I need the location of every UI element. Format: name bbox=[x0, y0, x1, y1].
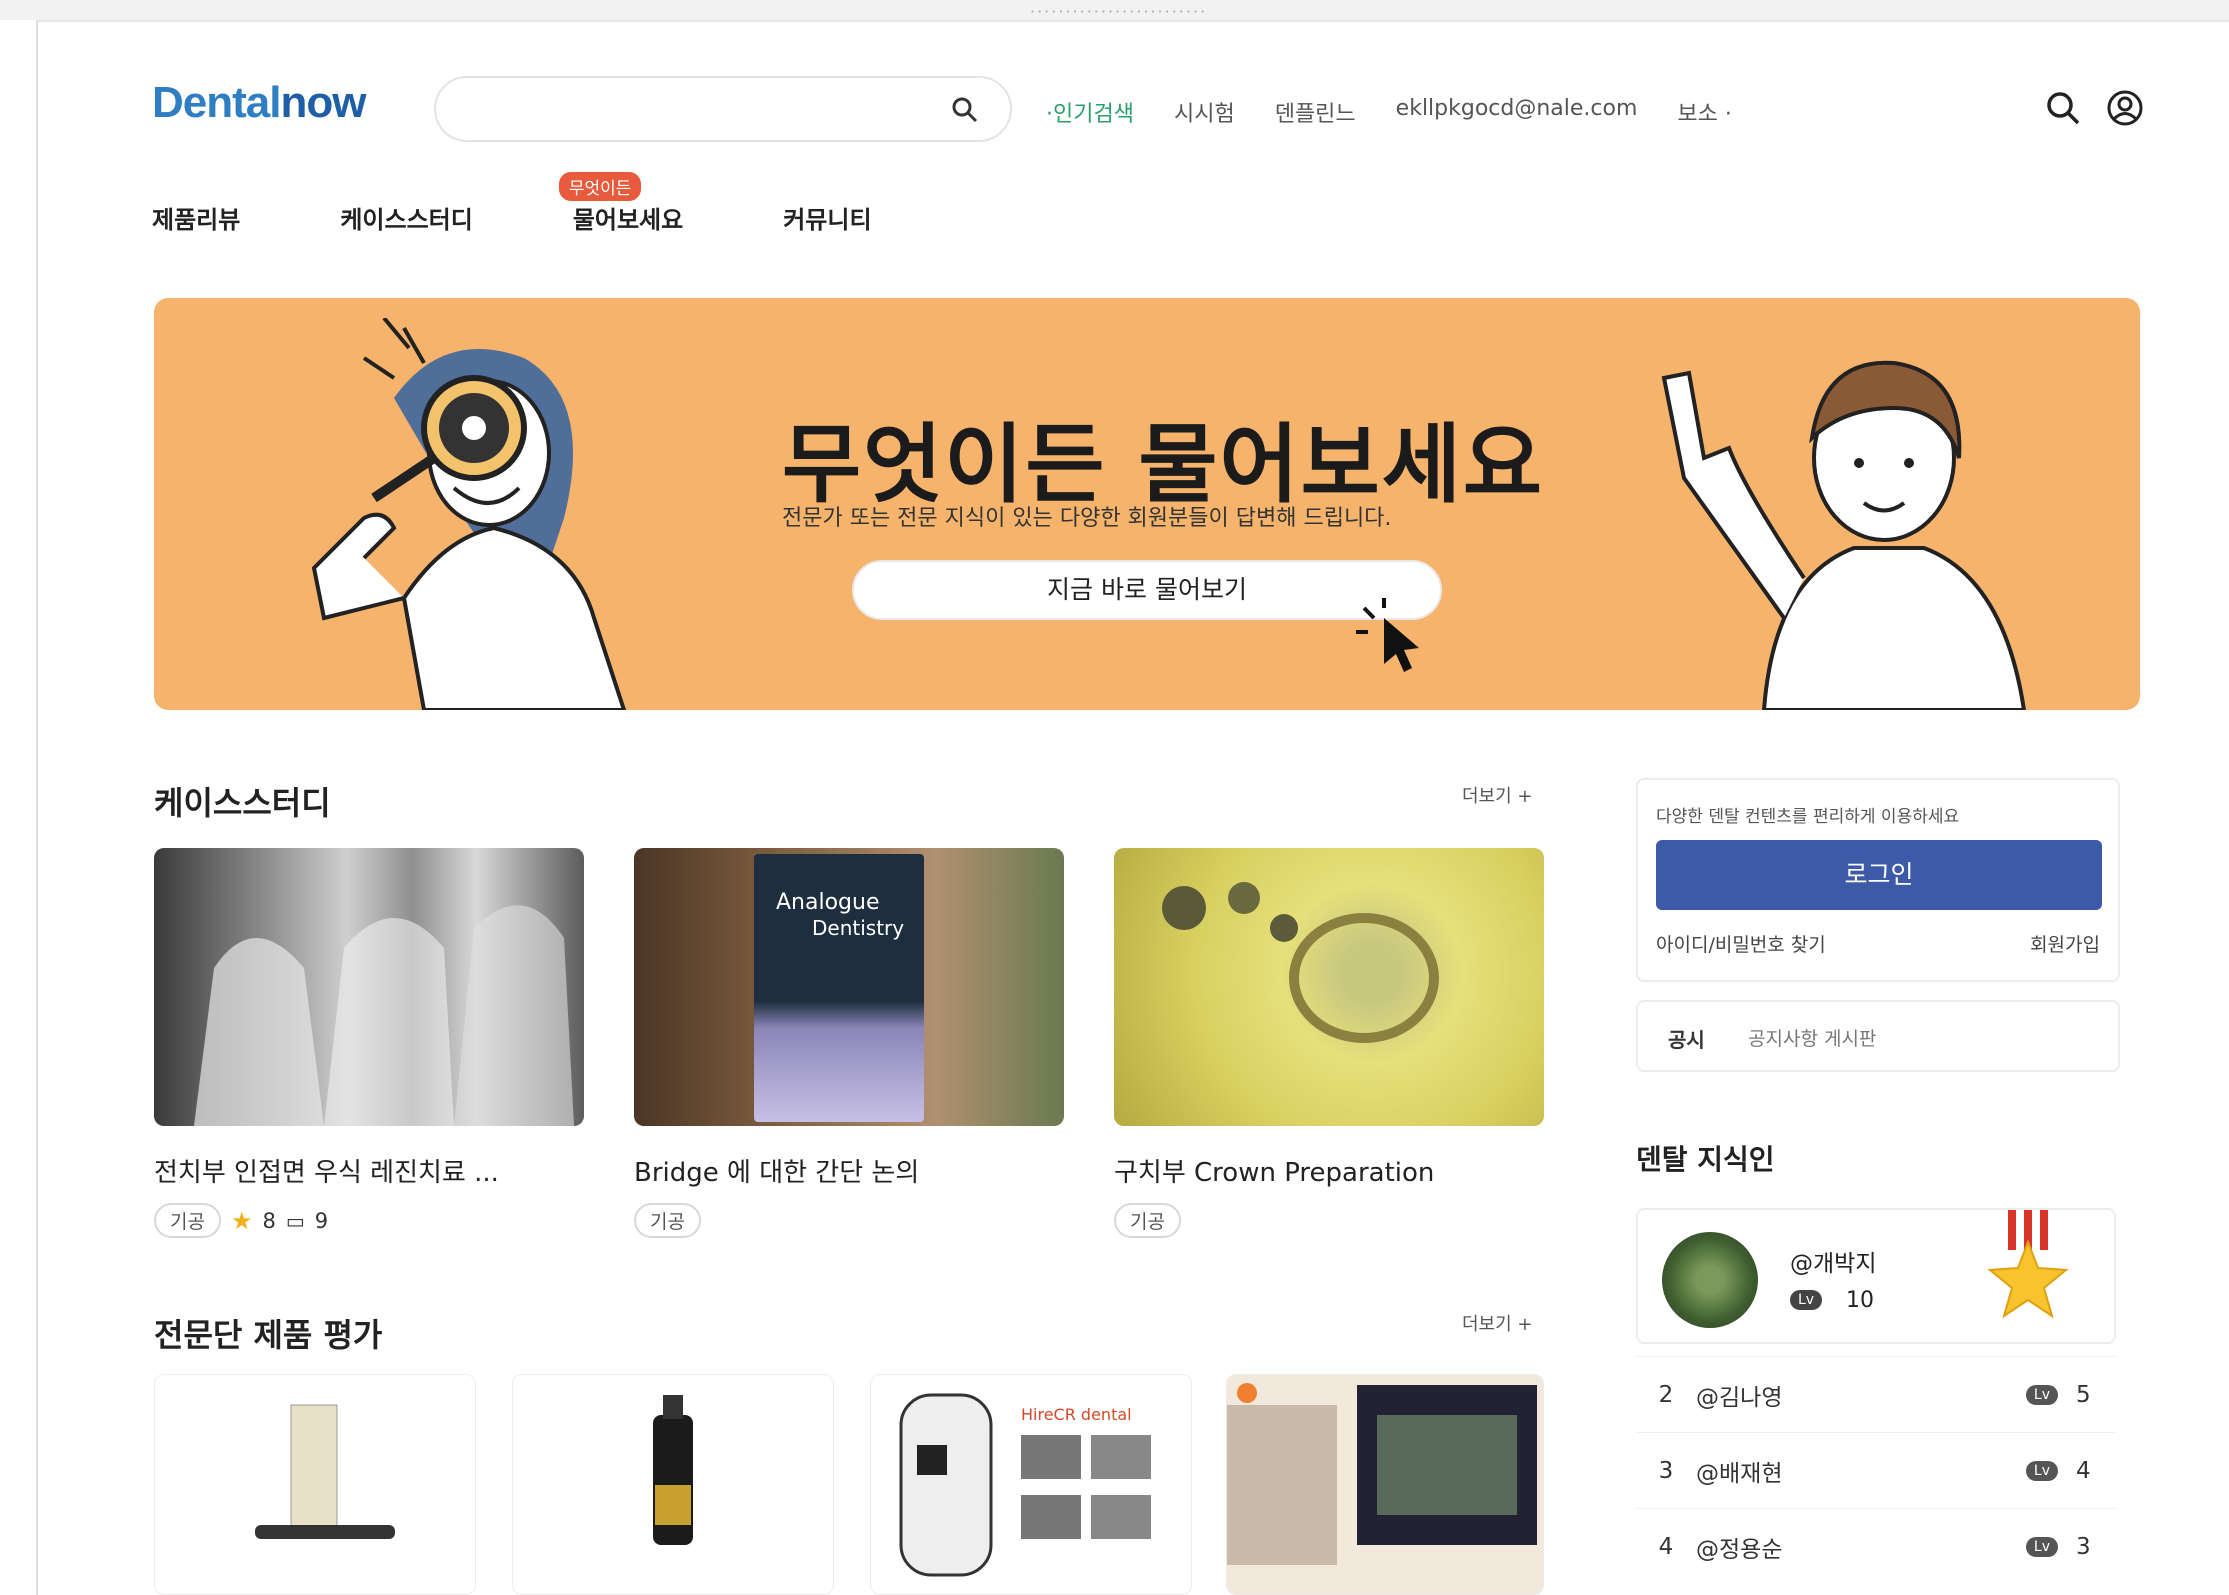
search-icon[interactable] bbox=[2043, 88, 2083, 128]
product-image bbox=[653, 1395, 693, 1545]
product-review-title: 전문단 제품 평가 bbox=[154, 1316, 383, 1354]
rank-points: 5 bbox=[2076, 1381, 2091, 1408]
book-cover: Analogue Dentistry bbox=[754, 854, 924, 1122]
product-card[interactable] bbox=[512, 1374, 834, 1595]
rank-row[interactable]: 4 @정용순 Lv 3 bbox=[1636, 1508, 2116, 1584]
top-user-points: 10 bbox=[1846, 1288, 1874, 1313]
book-title-line1: Analogue bbox=[776, 890, 880, 915]
product-image bbox=[1227, 1375, 1543, 1594]
man-pointing-illustration bbox=[1661, 360, 2027, 710]
product-card[interactable]: HireCR dental bbox=[870, 1374, 1192, 1595]
login-hint: 다양한 덴탈 컨텐츠를 편리하게 이용하세요 bbox=[1656, 807, 1960, 827]
user-icon[interactable] bbox=[2105, 88, 2145, 128]
notice-box[interactable]: 공시 공지사항 게시판 bbox=[1636, 1000, 2120, 1072]
rank-name: @정용순 bbox=[1696, 1536, 1783, 1563]
knowledge-title: 덴탈 지식인 bbox=[1636, 1143, 1775, 1176]
top-strip: ························· bbox=[0, 0, 2229, 21]
hot-links: ·인기검색 시시험 덴플린느 ekllpkgocd@nale.com 보소 · bbox=[1046, 96, 1732, 128]
rank-name: @김나영 bbox=[1696, 1384, 1783, 1411]
product-review-more-link[interactable]: 더보기 + bbox=[1462, 1310, 1532, 1336]
case-title: Bridge 에 대한 간단 논의 bbox=[634, 1158, 920, 1188]
woman-magnifier-illustration bbox=[311, 318, 627, 710]
case-card[interactable]: Analogue Dentistry Bridge 에 대한 간단 논의 기공 bbox=[634, 848, 1064, 1238]
rank-number: 4 bbox=[1658, 1533, 1674, 1560]
logo[interactable]: Dentalnow bbox=[152, 78, 366, 128]
rank-number: 3 bbox=[1658, 1457, 1674, 1484]
hot-link-2[interactable]: 시시험 bbox=[1174, 96, 1235, 128]
level-badge: Lv bbox=[2025, 1536, 2058, 1557]
rank-row[interactable]: 3 @배재현 Lv 4 bbox=[1636, 1432, 2116, 1508]
banner-subtitle: 전문가 또는 전문 지식이 있는 다양한 회원분들이 답변해 드립니다. bbox=[782, 506, 1392, 531]
comment-count: 9 bbox=[314, 1208, 329, 1233]
case-card[interactable]: 구치부 Crown Preparation 기공 bbox=[1114, 848, 1544, 1238]
main-nav: 제품리뷰 케이스스터디 무엇이든 물어보세요 커뮤니티 bbox=[152, 172, 972, 235]
login-button[interactable]: 로그인 bbox=[1656, 840, 2102, 910]
hot-link-3[interactable]: 덴플린느 bbox=[1275, 96, 1356, 128]
level-badge: Lv bbox=[2025, 1460, 2058, 1481]
top-user-card[interactable]: @개박지 Lv 10 bbox=[1636, 1208, 2116, 1344]
search-bar[interactable] bbox=[434, 76, 1012, 142]
avatar bbox=[1662, 1232, 1758, 1328]
rank-number: 2 bbox=[1658, 1381, 1674, 1408]
book-image: Analogue Dentistry bbox=[634, 848, 1064, 1126]
case-title: 전치부 인접면 우식 레진치료 ... bbox=[154, 1158, 499, 1188]
rank-name: @배재현 bbox=[1696, 1460, 1783, 1487]
product-image bbox=[255, 1404, 395, 1539]
case-meta: 기공 bbox=[1114, 1203, 1544, 1238]
book-title-line2: Dentistry bbox=[812, 916, 905, 940]
star-count: 8 bbox=[262, 1208, 276, 1233]
nav-badge: 무엇이든 bbox=[558, 172, 642, 201]
xray-image bbox=[154, 848, 584, 1126]
product-card[interactable] bbox=[1226, 1374, 1544, 1595]
product-brand-text: HireCR dental bbox=[1021, 1405, 1132, 1424]
teeth-shapes bbox=[194, 905, 574, 1126]
gold-medal-icon bbox=[1987, 1210, 2069, 1319]
case-title: 구치부 Crown Preparation bbox=[1114, 1158, 1435, 1188]
search-icon[interactable] bbox=[950, 95, 980, 125]
signup-link[interactable]: 회원가입 bbox=[2030, 930, 2100, 957]
login-box: 다양한 덴탈 컨텐츠를 편리하게 이용하세요 로그인 아이디/비밀번호 찾기 회… bbox=[1636, 778, 2120, 982]
logo-text-dental: Dental bbox=[152, 78, 281, 127]
find-account-link[interactable]: 아이디/비밀번호 찾기 bbox=[1656, 930, 1826, 957]
comment-icon: ▭ bbox=[285, 1208, 305, 1233]
notice-text: 공지사항 게시판 bbox=[1748, 1028, 1877, 1050]
case-study-title: 케이스스터디 bbox=[154, 784, 331, 822]
rank-row[interactable]: 2 @김나영 Lv 5 bbox=[1636, 1356, 2116, 1432]
tooth-shape bbox=[1162, 882, 1439, 1043]
nav-item-case-study[interactable]: 케이스스터디 bbox=[340, 200, 472, 235]
category-tag: 기공 bbox=[634, 1203, 701, 1238]
search-input[interactable] bbox=[460, 92, 930, 128]
logo-text-now: now bbox=[280, 78, 366, 127]
hero-banner[interactable]: 무엇이든 물어보세요 전문가 또는 전문 지식이 있는 다양한 회원분들이 답변… bbox=[154, 298, 2140, 710]
nav-item-community[interactable]: 커뮤니티 bbox=[783, 200, 871, 235]
hot-link-4[interactable]: ekllpkgocd@nale.com bbox=[1396, 96, 1638, 128]
nav-item-product-review[interactable]: 제품리뷰 bbox=[152, 200, 240, 235]
category-tag: 기공 bbox=[154, 1203, 221, 1238]
star-icon: ★ bbox=[230, 1206, 253, 1235]
nav-item-ask-label: 물어보세요 bbox=[572, 206, 684, 234]
notice-label: 공시 bbox=[1668, 1028, 1705, 1052]
hot-link-popular[interactable]: ·인기검색 bbox=[1046, 96, 1134, 128]
level-badge: Lv bbox=[2025, 1384, 2058, 1405]
top-user-name: @개박지 bbox=[1790, 1251, 1877, 1277]
rank-points: 3 bbox=[2076, 1533, 2091, 1560]
header-icons bbox=[2043, 88, 2145, 128]
level-badge: Lv bbox=[1790, 1290, 1823, 1310]
top-strip-text: ························· bbox=[1030, 2, 1208, 21]
hot-link-5[interactable]: 보소 · bbox=[1677, 96, 1731, 128]
product-card[interactable] bbox=[154, 1374, 476, 1595]
cursor-click-icon bbox=[1356, 598, 1419, 672]
case-meta: 기공 ★ 8 ▭ 9 bbox=[154, 1203, 584, 1238]
rank-points: 4 bbox=[2076, 1457, 2091, 1484]
case-meta: 기공 bbox=[634, 1203, 1064, 1238]
nav-item-ask[interactable]: 무엇이든 물어보세요 bbox=[558, 172, 684, 235]
category-tag: 기공 bbox=[1114, 1203, 1181, 1238]
case-card[interactable]: 전치부 인접면 우식 레진치료 ... 기공 ★ 8 ▭ 9 bbox=[154, 848, 584, 1238]
crown-prep-image bbox=[1114, 848, 1544, 1126]
case-study-more-link[interactable]: 더보기 + bbox=[1462, 782, 1532, 808]
